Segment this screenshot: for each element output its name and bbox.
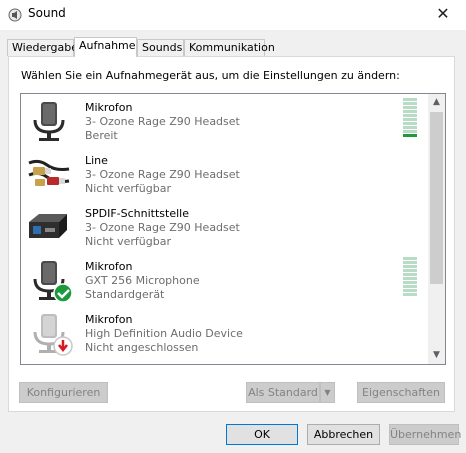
list-item[interactable]: Mikrofon GXT 256 Microphone Standardgerä… (21, 253, 429, 306)
level-meter (403, 257, 417, 299)
speaker-icon (8, 8, 22, 22)
close-button[interactable]: ✕ (420, 0, 466, 30)
device-name: Line (85, 154, 108, 167)
device-name: Mikrofon (85, 313, 133, 326)
ok-button[interactable]: OK (226, 424, 298, 445)
device-description: 3- Ozone Rage Z90 Headset (85, 221, 240, 234)
rca-cable-icon (28, 159, 70, 186)
instruction-text: Wählen Sie ein Aufnahmegerät aus, um die… (21, 69, 400, 82)
device-description: 3- Ozone Rage Z90 Headset (85, 115, 240, 128)
level-meter (403, 98, 417, 140)
vertical-scrollbar[interactable]: ▲ ▼ (428, 94, 445, 364)
list-item[interactable]: Line 3- Ozone Rage Z90 Headset Nicht ver… (21, 147, 429, 200)
tab-sounds[interactable]: Sounds (137, 39, 184, 56)
device-name: SPDIF-Schnittstelle (85, 207, 189, 220)
close-icon: ✕ (436, 4, 450, 23)
tab-strip: Wiedergabe Aufnahme Sounds Kommunikation (0, 37, 466, 57)
device-name: Mikrofon (85, 260, 133, 273)
device-status: Nicht verfügbar (85, 182, 171, 195)
cancel-button[interactable]: Abbrechen (307, 424, 380, 445)
device-description: GXT 256 Microphone (85, 274, 200, 287)
device-status: Standardgerät (85, 288, 165, 301)
scrollbar-thumb[interactable] (430, 112, 443, 284)
set-default-dropdown[interactable]: ▼ (320, 382, 335, 403)
configure-button[interactable]: Konfigurieren (19, 382, 108, 403)
device-name: Mikrofon (85, 101, 133, 114)
properties-button[interactable]: Eigenschaften (357, 382, 445, 403)
tab-wiedergabe[interactable]: Wiedergabe (7, 39, 78, 56)
device-description: High Definition Audio Device (85, 327, 243, 340)
device-description: 3- Ozone Rage Z90 Headset (85, 168, 240, 181)
microphone-default-icon (33, 261, 73, 303)
scroll-up-arrow-icon[interactable]: ▲ (428, 94, 445, 111)
chevron-down-icon: ▼ (324, 388, 331, 397)
list-item[interactable]: Mikrofon High Definition Audio Device Ni… (21, 306, 429, 359)
recording-panel: Wählen Sie ein Aufnahmegerät aus, um die… (8, 56, 455, 412)
device-status: Nicht angeschlossen (85, 341, 199, 354)
apply-button[interactable]: Übernehmen (389, 424, 461, 445)
spdif-device-icon (29, 214, 67, 238)
window-title: Sound (28, 6, 66, 20)
scroll-down-arrow-icon[interactable]: ▼ (428, 347, 445, 364)
microphone-icon (33, 102, 65, 141)
set-default-button[interactable]: Als Standard (246, 382, 320, 403)
device-status: Nicht verfügbar (85, 235, 171, 248)
device-status: Bereit (85, 129, 118, 142)
list-item[interactable]: SPDIF-Schnittstelle 3- Ozone Rage Z90 He… (21, 200, 429, 253)
title-bar: Sound ✕ (0, 0, 466, 30)
list-item[interactable]: Mikrofon 3- Ozone Rage Z90 Headset Berei… (21, 94, 429, 147)
microphone-unplugged-icon (33, 314, 73, 356)
tab-kommunikation[interactable]: Kommunikation (184, 39, 275, 56)
device-list[interactable]: Mikrofon 3- Ozone Rage Z90 Headset Berei… (20, 93, 446, 365)
tab-aufnahme[interactable]: Aufnahme (74, 37, 137, 57)
